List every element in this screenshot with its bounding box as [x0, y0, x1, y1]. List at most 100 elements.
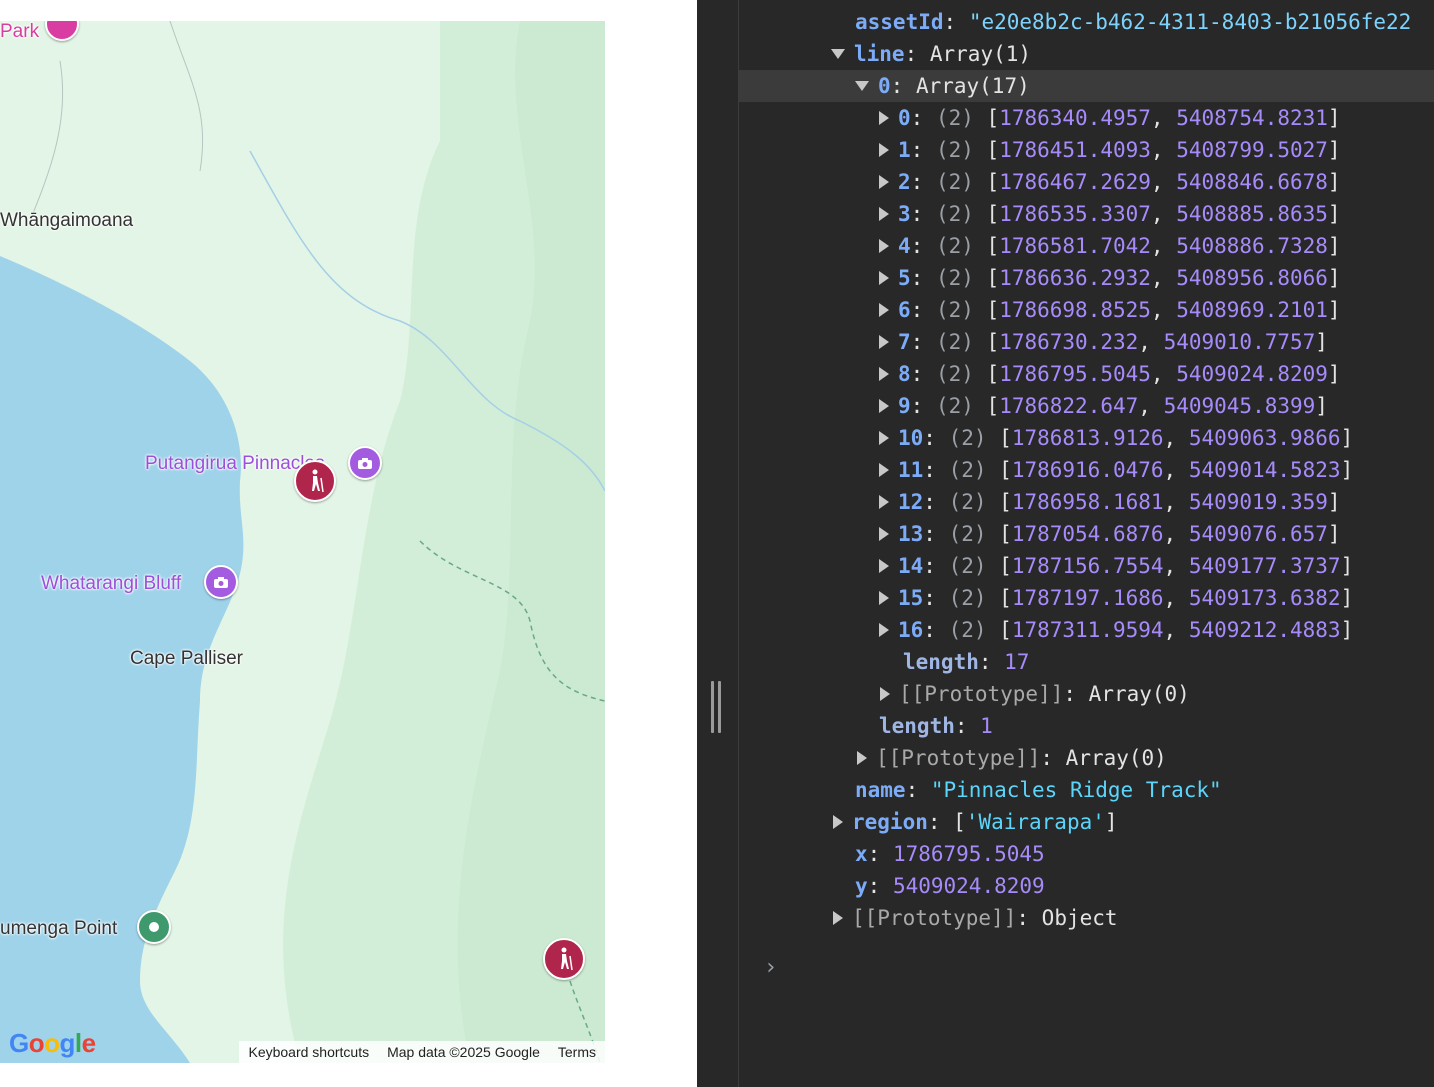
- coordinate-row[interactable]: 9: (2) [1786822.647, 5409045.8399]: [879, 390, 1328, 422]
- expand-toggle-icon[interactable]: [879, 463, 889, 477]
- expand-toggle-icon[interactable]: [879, 367, 889, 381]
- easting-value: 1787156.7554: [1011, 554, 1164, 578]
- devtools-console-panel[interactable]: assetId: "e20e8b2c-b462-4311-8403-b21056…: [697, 0, 1434, 1087]
- expand-toggle-icon[interactable]: [879, 527, 889, 541]
- easting-value: 1786340.4957: [999, 106, 1151, 130]
- northing-value: 5409045.8399: [1163, 394, 1316, 418]
- expand-toggle-icon[interactable]: [879, 239, 889, 253]
- umenga-point-label[interactable]: umenga Point: [0, 918, 117, 940]
- expand-toggle-icon[interactable]: [879, 399, 889, 413]
- whatarangi-bluff-label[interactable]: Whatarangi Bluff: [41, 573, 181, 595]
- pair-count: (2): [935, 170, 974, 194]
- expand-toggle-icon[interactable]: [879, 143, 889, 157]
- expand-toggle-icon[interactable]: [879, 335, 889, 349]
- coordinate-row[interactable]: 4: (2) [1786581.7042, 5408886.7328]: [879, 230, 1341, 262]
- expand-toggle-icon[interactable]: [879, 623, 889, 637]
- index-key: 3: [898, 202, 911, 226]
- point-marker-icon[interactable]: [137, 910, 171, 944]
- coordinate-row[interactable]: 6: (2) [1786698.8525, 5408969.2101]: [879, 294, 1341, 326]
- hiking-trail-icon[interactable]: [543, 938, 585, 980]
- index-key: 0: [898, 106, 911, 130]
- expand-toggle-icon[interactable]: [879, 303, 889, 317]
- index-key: 1: [898, 138, 911, 162]
- pair-count: (2): [935, 362, 974, 386]
- northing-value: 5408846.6678: [1176, 170, 1328, 194]
- coordinate-row[interactable]: 1: (2) [1786451.4093, 5408799.5027]: [879, 134, 1341, 166]
- asset-id-row: assetId: "e20e8b2c-b462-4311-8403-b21056…: [855, 10, 1412, 34]
- index-key: 6: [898, 298, 911, 322]
- coordinate-row[interactable]: 11: (2) [1786916.0476, 5409014.5823]: [879, 454, 1353, 486]
- terms-link[interactable]: Terms: [549, 1044, 605, 1060]
- northing-value: 5409212.4883: [1188, 618, 1341, 642]
- expand-toggle-icon[interactable]: [879, 207, 889, 221]
- coordinate-row[interactable]: 5: (2) [1786636.2932, 5408956.8066]: [879, 262, 1341, 294]
- whangaimoana-label: Whāngaimoana: [0, 210, 134, 231]
- inner-prototype-row[interactable]: [[Prototype]]: Array(0): [880, 678, 1190, 710]
- camera-icon[interactable]: [348, 446, 382, 480]
- index-key: 7: [898, 330, 911, 354]
- easting-value: 1787197.1686: [1011, 586, 1164, 610]
- keyboard-shortcuts-link[interactable]: Keyboard shortcuts: [239, 1044, 378, 1060]
- line-row[interactable]: line: Array(1): [831, 38, 1031, 70]
- easting-value: 1786535.3307: [999, 202, 1151, 226]
- outer-prototype-row[interactable]: [[Prototype]]: Array(0): [857, 742, 1167, 774]
- coordinate-row[interactable]: 0: (2) [1786340.4957, 5408754.8231]: [879, 102, 1341, 134]
- index-key: 9: [898, 394, 911, 418]
- pair-count: (2): [935, 138, 974, 162]
- expand-toggle-icon[interactable]: [880, 687, 890, 701]
- expand-toggle-icon[interactable]: [879, 495, 889, 509]
- expand-toggle-icon[interactable]: [879, 431, 889, 445]
- console-gutter: [697, 0, 739, 1087]
- northing-value: 5409024.8209: [1176, 362, 1328, 386]
- map-footer: Keyboard shortcuts Map data ©2025 Google…: [239, 1041, 605, 1063]
- easting-value: 1786795.5045: [999, 362, 1151, 386]
- northing-value: 5408886.7328: [1176, 234, 1328, 258]
- park-label[interactable]: Park: [0, 21, 39, 43]
- google-logo: Google: [9, 1028, 96, 1058]
- inner-length-row: length: 17: [903, 650, 1030, 674]
- console-prompt-icon[interactable]: ›: [764, 955, 777, 980]
- northing-value: 5408754.8231: [1176, 106, 1328, 130]
- coordinate-row[interactable]: 7: (2) [1786730.232, 5409010.7757]: [879, 326, 1328, 358]
- pair-count: (2): [948, 586, 987, 610]
- northing-value: 5409010.7757: [1163, 330, 1316, 354]
- index-key: 13: [898, 522, 924, 546]
- northing-value: 5409019.359: [1188, 490, 1328, 514]
- coordinate-row[interactable]: 16: (2) [1787311.9594, 5409212.4883]: [879, 614, 1353, 646]
- coordinate-row[interactable]: 13: (2) [1787054.6876, 5409076.657]: [879, 518, 1341, 550]
- coordinate-row[interactable]: 2: (2) [1786467.2629, 5408846.6678]: [879, 166, 1341, 198]
- northing-value: 5409177.3737: [1188, 554, 1341, 578]
- easting-value: 1786958.1681: [1011, 490, 1164, 514]
- resize-handle-icon[interactable]: [711, 681, 723, 733]
- coordinate-row[interactable]: 10: (2) [1786813.9126, 5409063.9866]: [879, 422, 1353, 454]
- map-terrain: [0, 21, 605, 1063]
- pair-count: (2): [948, 458, 987, 482]
- expand-toggle-icon[interactable]: [833, 815, 843, 829]
- hiking-trail-icon[interactable]: [294, 460, 336, 502]
- coordinate-row[interactable]: 8: (2) [1786795.5045, 5409024.8209]: [879, 358, 1341, 390]
- coordinate-row[interactable]: 14: (2) [1787156.7554, 5409177.3737]: [879, 550, 1353, 582]
- coordinate-row[interactable]: 12: (2) [1786958.1681, 5409019.359]: [879, 486, 1341, 518]
- camera-icon[interactable]: [204, 565, 238, 599]
- inner-array-row[interactable]: 0: Array(17): [739, 70, 1434, 102]
- expand-toggle-icon[interactable]: [879, 559, 889, 573]
- map-view[interactable]: Park Whāngaimoana Putangirua Pinnacles W…: [0, 21, 605, 1063]
- index-key: 16: [898, 618, 924, 642]
- coordinate-row[interactable]: 15: (2) [1787197.1686, 5409173.6382]: [879, 582, 1353, 614]
- expand-toggle-icon[interactable]: [855, 81, 869, 91]
- coordinate-row[interactable]: 3: (2) [1786535.3307, 5408885.8635]: [879, 198, 1341, 230]
- expand-toggle-icon[interactable]: [831, 49, 845, 59]
- expand-toggle-icon[interactable]: [833, 911, 843, 925]
- region-row[interactable]: region: ['Wairarapa']: [833, 806, 1118, 838]
- object-prototype-row[interactable]: [[Prototype]]: Object: [833, 902, 1118, 934]
- expand-toggle-icon[interactable]: [879, 271, 889, 285]
- expand-toggle-icon[interactable]: [879, 175, 889, 189]
- expand-toggle-icon[interactable]: [879, 591, 889, 605]
- x-row: x: 1786795.5045: [855, 842, 1045, 866]
- expand-toggle-icon[interactable]: [857, 751, 867, 765]
- index-key: 10: [898, 426, 924, 450]
- northing-value: 5408885.8635: [1176, 202, 1328, 226]
- pair-count: (2): [935, 394, 974, 418]
- expand-toggle-icon[interactable]: [879, 111, 889, 125]
- pair-count: (2): [935, 106, 974, 130]
